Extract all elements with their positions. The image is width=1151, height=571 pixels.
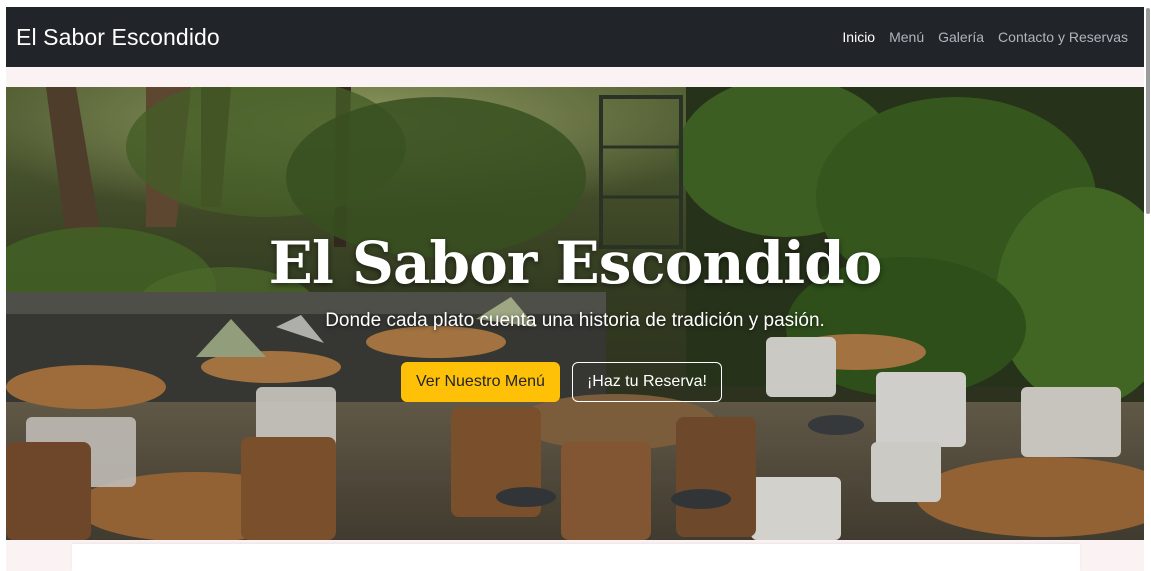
make-reservation-button[interactable]: ¡Haz tu Reserva! xyxy=(571,362,722,402)
nav-link-inicio[interactable]: Inicio xyxy=(842,29,875,45)
nav-link-contacto-reservas[interactable]: Contacto y Reservas xyxy=(998,29,1128,45)
nav-link-menu[interactable]: Menú xyxy=(889,29,924,45)
content-background xyxy=(6,540,1144,571)
navbar-brand[interactable]: El Sabor Escondido xyxy=(16,24,220,51)
nav-links: Inicio Menú Galería Contacto y Reservas xyxy=(842,29,1128,45)
hero-buttons: Ver Nuestro Menú ¡Haz tu Reserva! xyxy=(401,362,722,402)
header-spacer xyxy=(6,67,1144,87)
hero-section: El Sabor Escondido Donde cada plato cuen… xyxy=(6,87,1144,540)
hero-title: El Sabor Escondido xyxy=(268,229,883,297)
top-navbar: El Sabor Escondido Inicio Menú Galería C… xyxy=(6,7,1144,67)
hero-subtitle: Donde cada plato cuenta una historia de … xyxy=(325,310,825,331)
view-menu-button[interactable]: Ver Nuestro Menú xyxy=(401,362,560,402)
vertical-scrollbar-thumb[interactable] xyxy=(1146,8,1150,214)
content-card xyxy=(72,544,1080,571)
nav-link-galeria[interactable]: Galería xyxy=(938,29,984,45)
